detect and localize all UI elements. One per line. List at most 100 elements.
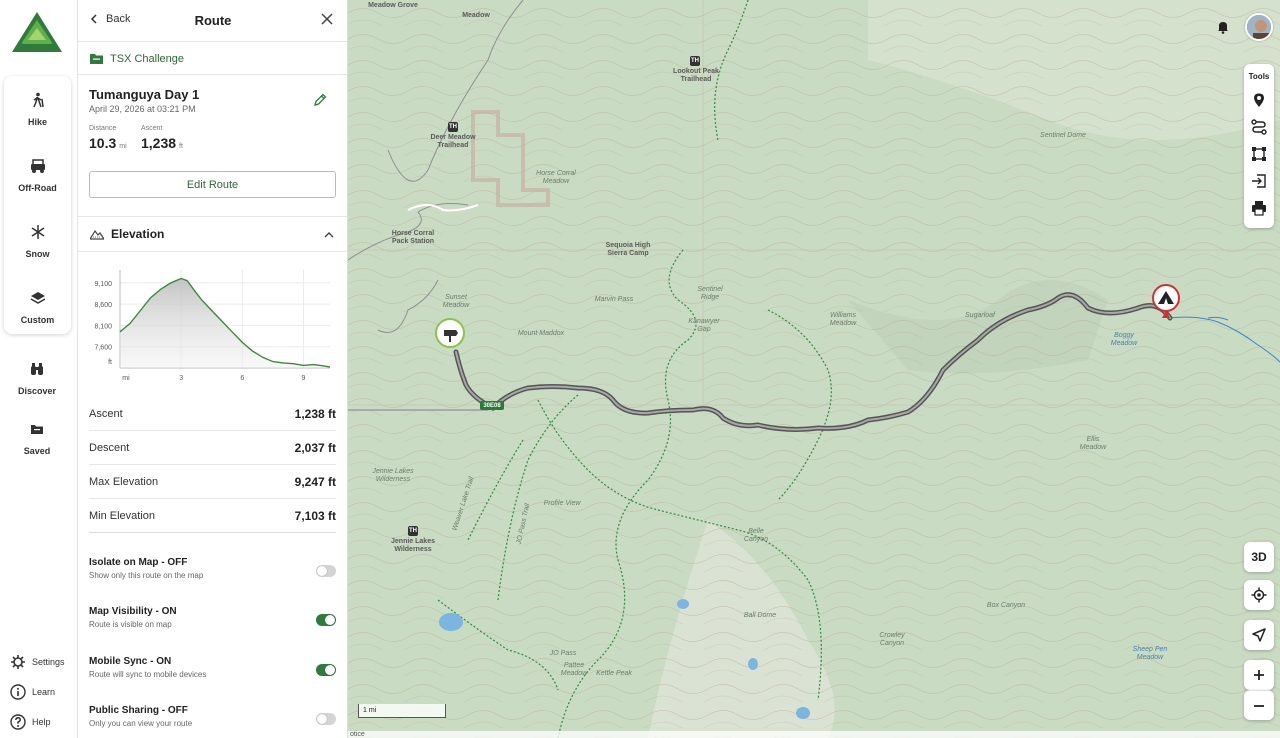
- public-sharing-switch[interactable]: [316, 713, 336, 725]
- zoom-in-button[interactable]: [1244, 660, 1274, 690]
- trailhead-icon[interactable]: TH: [448, 122, 458, 132]
- stat-row-descent: Descent 2,037 ft: [89, 431, 336, 465]
- mode-hike[interactable]: Hike: [4, 84, 71, 140]
- trailhead-icon[interactable]: TH: [408, 526, 418, 536]
- y-tick-label: 9,100: [94, 281, 112, 288]
- label-sugarloaf: Sugarloaf: [965, 312, 995, 319]
- print-icon[interactable]: [1251, 200, 1267, 216]
- gaia-logo[interactable]: [11, 10, 63, 58]
- toggle-title: Public Sharing - OFF: [89, 705, 188, 716]
- nav-help[interactable]: Help: [10, 713, 80, 731]
- label-marvin-pass: Marvin Pass: [594, 296, 634, 303]
- y-unit-label: ft: [108, 359, 112, 366]
- import-icon[interactable]: [1251, 173, 1267, 189]
- folder-icon: [90, 54, 103, 64]
- folder-link[interactable]: TSX Challenge: [78, 43, 347, 75]
- 3d-button[interactable]: 3D: [1244, 542, 1274, 572]
- route-date: April 29, 2026 at 03:21 PM: [89, 104, 196, 114]
- label-box-canyon: Box Canyon: [986, 602, 1026, 609]
- nav-discover[interactable]: Discover: [0, 362, 74, 399]
- toggle-isolate: Isolate on Map - OFF Show only this rout…: [89, 557, 336, 597]
- stat-value: 2,037 ft: [294, 440, 336, 455]
- stat-label: Min Elevation: [89, 509, 156, 522]
- nav-learn[interactable]: Learn: [10, 683, 80, 701]
- panel-title: Route: [194, 13, 232, 28]
- stat-label: Max Elevation: [89, 475, 159, 488]
- locate-button[interactable]: [1244, 580, 1274, 610]
- mode-label: Off-Road: [18, 183, 57, 193]
- label-belle-canyon: Belle Canyon: [743, 528, 769, 543]
- elevation-header[interactable]: Elevation: [78, 216, 347, 252]
- help-icon: [10, 714, 26, 730]
- toggle-public-sharing: Public Sharing - OFF Only you can view y…: [89, 705, 336, 738]
- label-boggy-meadow: Boggy Meadow: [1110, 332, 1138, 347]
- tools-title: Tools: [1248, 72, 1270, 81]
- label-sequoia-camp: Sequoia High Sierra Camp: [605, 242, 651, 257]
- nav-help-label: Help: [32, 717, 51, 727]
- road-shield: 30E08: [483, 403, 501, 409]
- navigate-button[interactable]: [1244, 620, 1274, 650]
- waypoint-icon[interactable]: [1251, 92, 1267, 108]
- label-meadow-grove: Meadow Grove: [368, 2, 418, 9]
- mode-custom[interactable]: Custom: [4, 282, 71, 338]
- toggle-desc: Route is visible on map: [89, 620, 172, 629]
- bell-icon[interactable]: [1216, 20, 1230, 34]
- toggle-desc: Show only this route on the map: [89, 571, 204, 580]
- elevation-area: [120, 278, 330, 368]
- topo-map[interactable]: Meadow Grove Meadow TH Lookout Peak Trai…: [348, 0, 1280, 738]
- toggle-title: Mobile Sync - ON: [89, 656, 172, 667]
- label-kettle-peak: Kettle Peak: [596, 670, 632, 677]
- label-horse-corral-meadow: Horse Corral Meadow: [536, 170, 576, 185]
- mountain-icon: [90, 229, 104, 240]
- nav-settings[interactable]: Settings: [10, 653, 80, 671]
- trailhead-icon[interactable]: TH: [690, 56, 700, 66]
- label-sentinel-ridge: Sentinel Ridge: [697, 286, 723, 301]
- plus-icon: [1254, 670, 1264, 680]
- stat-value: 1,238 ft: [294, 406, 336, 421]
- area-icon[interactable]: [1251, 146, 1267, 162]
- map-attribution[interactable]: otice: [348, 731, 1280, 738]
- distance-unit: mi: [119, 143, 127, 150]
- mode-switcher: Hike Off-Road Snow Custom: [4, 76, 71, 334]
- mobile-sync-switch[interactable]: [316, 664, 336, 676]
- pencil-icon[interactable]: [313, 93, 327, 107]
- x-tick-label: 3: [179, 375, 183, 382]
- y-tick-label: 8,100: [94, 323, 112, 330]
- x-tick-label: 6: [240, 375, 244, 382]
- label-ball-dome: Ball Dome: [743, 612, 777, 619]
- zoom-out-button[interactable]: [1244, 690, 1274, 720]
- map-canvas[interactable]: [348, 0, 1280, 738]
- visibility-switch[interactable]: [316, 614, 336, 626]
- close-icon[interactable]: [320, 12, 334, 26]
- mode-snow[interactable]: Snow: [4, 216, 71, 272]
- nav-saved[interactable]: Saved: [0, 422, 74, 459]
- edit-route-button[interactable]: Edit Route: [89, 171, 336, 198]
- avatar[interactable]: [1245, 13, 1273, 41]
- label-crowley-canyon: Crowley Canyon: [879, 632, 905, 647]
- label-williams-meadow: Williams Meadow: [829, 312, 857, 327]
- toggle-mobile-sync: Mobile Sync - ON Route will sync to mobi…: [89, 656, 336, 696]
- label-jo-pass: JO Pass: [549, 650, 577, 657]
- stat-value: 7,103 ft: [294, 508, 336, 523]
- chevron-up-icon[interactable]: [324, 231, 334, 239]
- map-scale: 1 mi: [358, 704, 446, 718]
- label-sheep-pen-meadow: Sheep Pen Meadow: [1132, 646, 1168, 661]
- label-profile-view: Profile View: [543, 500, 581, 507]
- layers-icon: [30, 292, 45, 304]
- elevation-chart[interactable]: 9,100 8,600 8,100 7,600 mi 3 6 9 ft: [78, 258, 348, 390]
- toggle-desc: Route will sync to mobile devices: [89, 670, 207, 679]
- label-horse-corral-pack: Horse Corral Pack Station: [391, 230, 435, 245]
- distance-number: 10.3: [89, 135, 117, 151]
- mode-off-road[interactable]: Off-Road: [4, 150, 71, 206]
- y-tick-label: 7,600: [94, 345, 112, 352]
- elevation-title: Elevation: [111, 227, 165, 241]
- stat-row-ascent: Ascent 1,238 ft: [89, 397, 336, 431]
- minus-icon: [1254, 704, 1264, 707]
- nav-discover-label: Discover: [17, 386, 57, 396]
- isolate-switch[interactable]: [316, 565, 336, 577]
- toggle-visibility: Map Visibility - ON Route is visible on …: [89, 606, 336, 646]
- stat-label: Ascent: [89, 407, 123, 420]
- distance-label: Distance: [89, 125, 117, 132]
- nav-rail: Hike Off-Road Snow Custom Discover Saved…: [0, 0, 78, 738]
- route-icon[interactable]: [1251, 119, 1267, 135]
